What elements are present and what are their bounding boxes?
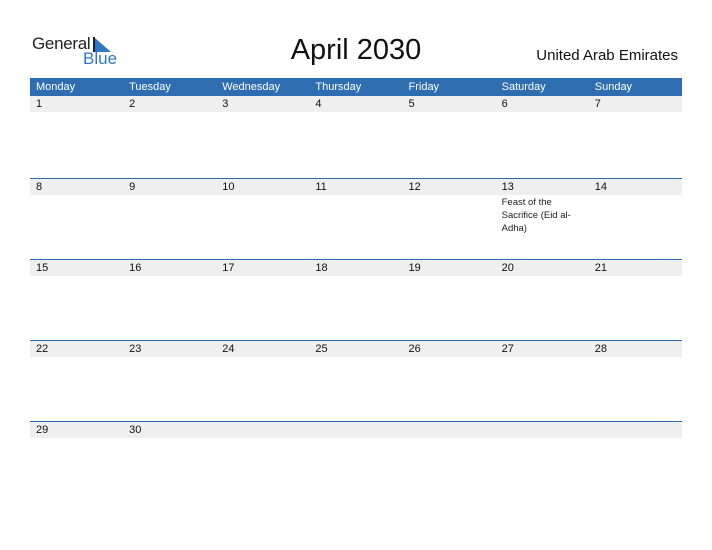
day-number: 2 — [129, 98, 136, 110]
day-number: 20 — [501, 262, 514, 274]
date-strip: 8 9 10 11 12 13 14 — [30, 179, 682, 195]
date-strip: 29 30 — [30, 422, 682, 438]
day-event — [123, 438, 216, 439]
day-number: 8 — [36, 181, 43, 193]
day-number: 6 — [501, 98, 508, 110]
week-row: 29 30 — [30, 421, 682, 502]
day-event — [403, 438, 496, 439]
day-number: 19 — [408, 262, 421, 274]
day-event — [30, 276, 123, 277]
day-number: 26 — [408, 343, 421, 355]
day-number: 4 — [315, 98, 322, 110]
events-row: Feast of the Sacrifice (Eid al-Adha) — [30, 195, 682, 235]
date-strip: 1 2 3 4 5 6 7 — [30, 96, 682, 112]
week-row: 22 23 24 25 26 27 28 — [30, 340, 682, 421]
day-number: 30 — [129, 424, 142, 436]
events-row — [30, 357, 682, 358]
events-row — [30, 112, 682, 113]
day-number: 29 — [36, 424, 49, 436]
day-number: 7 — [594, 98, 601, 110]
events-row — [30, 438, 682, 439]
day-event — [589, 276, 682, 277]
day-event — [309, 276, 402, 277]
day-number: 15 — [36, 262, 49, 274]
weekday-friday: Friday — [408, 81, 440, 93]
day-number: 17 — [222, 262, 235, 274]
day-event — [496, 357, 589, 358]
day-event — [589, 112, 682, 113]
weekday-thursday: Thursday — [315, 81, 362, 93]
day-event — [123, 276, 216, 277]
day-number: 13 — [501, 181, 514, 193]
day-event — [309, 357, 402, 358]
day-number — [496, 422, 589, 438]
date-strip: 22 23 24 25 26 27 28 — [30, 341, 682, 357]
day-number: 11 — [315, 181, 327, 193]
weekday-monday: Monday — [36, 81, 76, 93]
day-event — [496, 112, 589, 113]
day-number: 5 — [408, 98, 415, 110]
calendar-grid: Monday Tuesday Wednesday Thursday Friday… — [30, 78, 682, 502]
day-event — [30, 195, 123, 235]
day-number: 3 — [222, 98, 229, 110]
day-number: 24 — [222, 343, 235, 355]
day-event — [403, 112, 496, 113]
week-row: 15 16 17 18 19 20 21 — [30, 259, 682, 340]
day-number: 1 — [36, 98, 43, 110]
day-number: 27 — [501, 343, 514, 355]
day-event — [309, 438, 402, 439]
day-event — [30, 438, 123, 439]
day-number: 28 — [594, 343, 607, 355]
day-event — [589, 357, 682, 358]
day-number — [309, 422, 402, 438]
day-number: 18 — [315, 262, 328, 274]
weekday-saturday: Saturday — [501, 81, 546, 93]
day-event — [216, 276, 309, 277]
day-number: 9 — [129, 181, 136, 193]
day-event — [403, 195, 496, 235]
day-number — [216, 422, 309, 438]
day-event — [216, 357, 309, 358]
day-event — [30, 357, 123, 358]
country-label: United Arab Emirates — [536, 47, 678, 64]
weekday-wednesday: Wednesday — [222, 81, 281, 93]
day-number: 16 — [129, 262, 142, 274]
day-event — [403, 276, 496, 277]
day-number: 12 — [408, 181, 421, 193]
events-row — [30, 276, 682, 277]
day-event — [216, 195, 309, 235]
week-row: 8 9 10 11 12 13 14 Feast of the Sacrifice (Eid … — [30, 178, 682, 259]
day-number: 22 — [36, 343, 49, 355]
day-event — [123, 112, 216, 113]
weekday-header: Monday Tuesday Wednesday Thursday Friday… — [30, 78, 682, 96]
day-number — [403, 422, 496, 438]
day-number: 25 — [315, 343, 328, 355]
week-row: 1 2 3 4 5 6 7 — [30, 96, 682, 178]
day-event — [309, 195, 402, 235]
day-number: 21 — [594, 262, 607, 274]
day-event — [123, 357, 216, 358]
day-event — [589, 195, 682, 235]
day-number — [589, 422, 682, 438]
day-event — [216, 112, 309, 113]
day-event — [496, 276, 589, 277]
weekday-sunday: Sunday — [594, 81, 633, 93]
day-number: 10 — [222, 181, 235, 193]
day-event — [216, 438, 309, 439]
day-number: 14 — [594, 181, 607, 193]
day-event — [496, 438, 589, 439]
day-number: 23 — [129, 343, 142, 355]
day-event — [123, 195, 216, 235]
date-strip: 15 16 17 18 19 20 21 — [30, 260, 682, 276]
day-event: Feast of the Sacrifice (Eid al-Adha) — [501, 197, 571, 234]
day-event — [30, 112, 123, 113]
day-event — [309, 112, 402, 113]
weekday-tuesday: Tuesday — [129, 81, 171, 93]
day-event — [589, 438, 682, 439]
day-event — [403, 357, 496, 358]
